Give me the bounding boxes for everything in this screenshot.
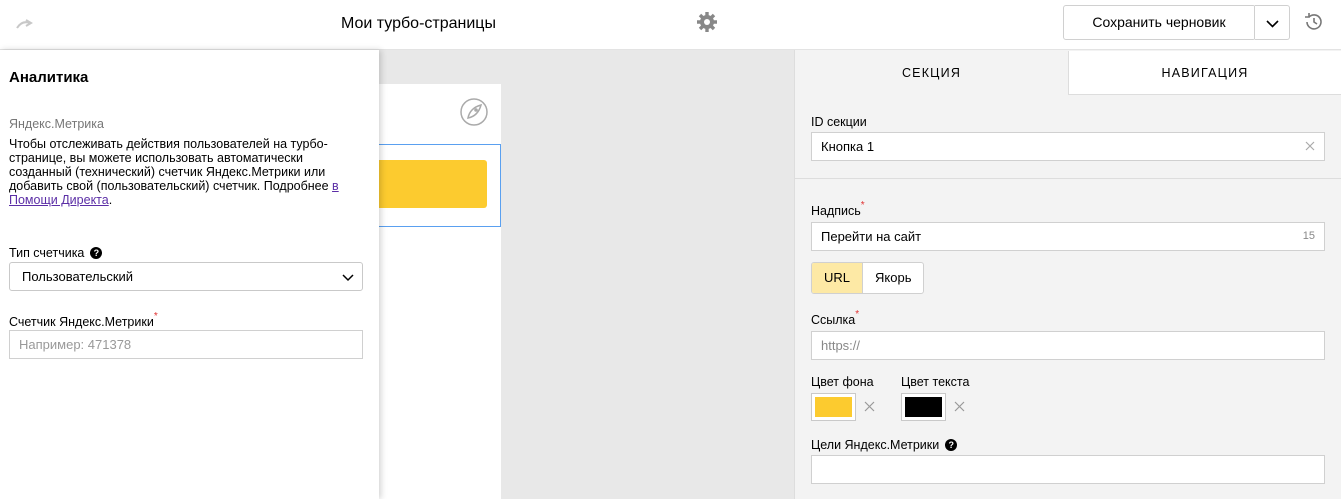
section-id-value: Кнопка 1: [821, 139, 875, 154]
analytics-title: Аналитика: [9, 69, 89, 86]
tab-navigation[interactable]: НАВИГАЦИЯ: [1068, 51, 1341, 95]
caption-value: Перейти на сайт: [821, 229, 922, 244]
description-end: .: [108, 193, 113, 207]
link-type-toggle: URL Якорь: [811, 262, 925, 294]
tab-section[interactable]: СЕКЦИЯ: [795, 51, 1068, 95]
analytics-panel: Аналитика Яндекс.Метрика Чтобы отслежива…: [0, 50, 379, 499]
metrika-counter-input[interactable]: Например: 471378: [9, 330, 363, 359]
rocket-icon[interactable]: [459, 97, 489, 127]
help-icon[interactable]: ?: [945, 439, 958, 451]
counter-type-label-row: Тип счетчика ?: [9, 246, 103, 260]
link-label: Ссылка*: [811, 309, 860, 327]
text-color-swatch[interactable]: [901, 393, 946, 421]
settings-tabs: СЕКЦИЯ НАВИГАЦИЯ: [795, 51, 1341, 95]
link-type-url[interactable]: URL: [812, 263, 864, 293]
text-color-label: Цвет текста: [901, 375, 970, 389]
metrika-goals-label: Цели Яндекс.Метрики: [811, 438, 940, 452]
save-options-dropdown[interactable]: [1255, 5, 1290, 40]
counter-type-select[interactable]: Пользовательский: [9, 262, 363, 291]
redo-icon[interactable]: [14, 14, 34, 34]
bg-color-label: Цвет фона: [811, 375, 874, 389]
clear-icon[interactable]: [1305, 141, 1315, 151]
metrika-subtitle: Яндекс.Метрика: [9, 117, 104, 131]
clear-bg-color-icon[interactable]: [864, 401, 875, 412]
chevron-down-icon: [342, 274, 354, 282]
page-title: Мои турбо-страницы: [341, 15, 496, 32]
metrika-counter-label: Счетчик Яндекс.Метрики*: [9, 311, 158, 329]
description-text: Чтобы отслеживать действия пользователей…: [9, 137, 333, 193]
preview-button[interactable]: [379, 160, 487, 208]
save-draft-button[interactable]: Сохранить черновик: [1063, 5, 1256, 40]
metrika-description: Чтобы отслеживать действия пользователей…: [9, 137, 364, 207]
metrika-goals-input[interactable]: [811, 455, 1325, 484]
caption-label: Надпись*: [811, 200, 865, 218]
section-id-label: ID секции: [811, 115, 867, 129]
help-icon[interactable]: ?: [90, 247, 103, 259]
bg-color-swatch[interactable]: [811, 393, 856, 421]
gear-icon[interactable]: [695, 10, 719, 34]
save-draft-label: Сохранить черновик: [1064, 6, 1255, 39]
link-input[interactable]: https://: [811, 331, 1325, 360]
caption-input[interactable]: Перейти на сайт 15: [811, 222, 1325, 251]
caption-char-counter: 15: [1302, 230, 1315, 242]
history-icon[interactable]: [1302, 11, 1324, 33]
top-bar: Мои турбо-страницы Сохранить черновик: [0, 0, 1341, 50]
link-type-anchor[interactable]: Якорь: [863, 263, 923, 293]
chevron-down-icon: [1266, 20, 1279, 28]
counter-type-value: Пользовательский: [22, 269, 134, 284]
section-id-input[interactable]: Кнопка 1: [811, 132, 1325, 161]
counter-type-label: Тип счетчика: [9, 246, 85, 260]
metrika-goals-label-row: Цели Яндекс.Метрики ?: [811, 438, 958, 452]
clear-text-color-icon[interactable]: [954, 401, 965, 412]
